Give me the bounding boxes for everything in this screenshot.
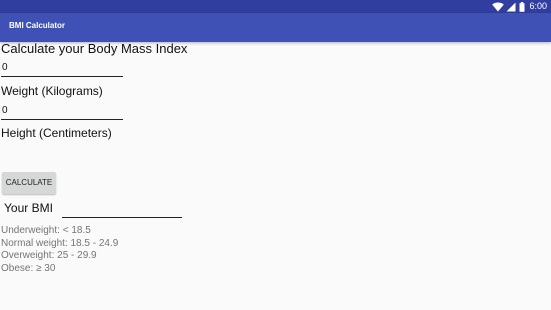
weight-label: Weight (Kilograms) [1, 84, 103, 98]
bmi-label: Your BMI [4, 201, 53, 215]
category-overweight: Overweight: 25 - 29.9 [1, 250, 97, 261]
page-heading: Calculate your Body Mass Index [1, 41, 188, 56]
status-time: 6:00 [529, 1, 547, 11]
calculate-button[interactable]: CALCULATE [2, 172, 56, 194]
category-normal: Normal weight: 18.5 - 24.9 [1, 237, 119, 249]
battery-icon [519, 1, 525, 12]
bmi-result-field [62, 201, 182, 218]
category-obese: Obese: ≥ 30 [1, 262, 56, 274]
app-bar: BMI Calculator [0, 13, 551, 42]
bmi-categories: Underweight: < 18.5 Normal weight: 18.5 … [1, 225, 118, 275]
wifi-icon [492, 2, 505, 11]
category-underweight: Underweight: < 18.5 [1, 225, 91, 236]
height-input[interactable]: 0 [1, 103, 123, 120]
app-title: BMI Calculator [9, 21, 66, 30]
weight-input[interactable]: 0 [1, 60, 123, 77]
status-icons: 6:00 [492, 0, 547, 13]
height-label: Height (Centimeters) [1, 126, 112, 140]
status-bar: 6:00 [0, 0, 551, 13]
signal-icon [506, 2, 516, 11]
height-input-value: 0 [2, 105, 8, 116]
weight-input-value: 0 [2, 62, 8, 73]
